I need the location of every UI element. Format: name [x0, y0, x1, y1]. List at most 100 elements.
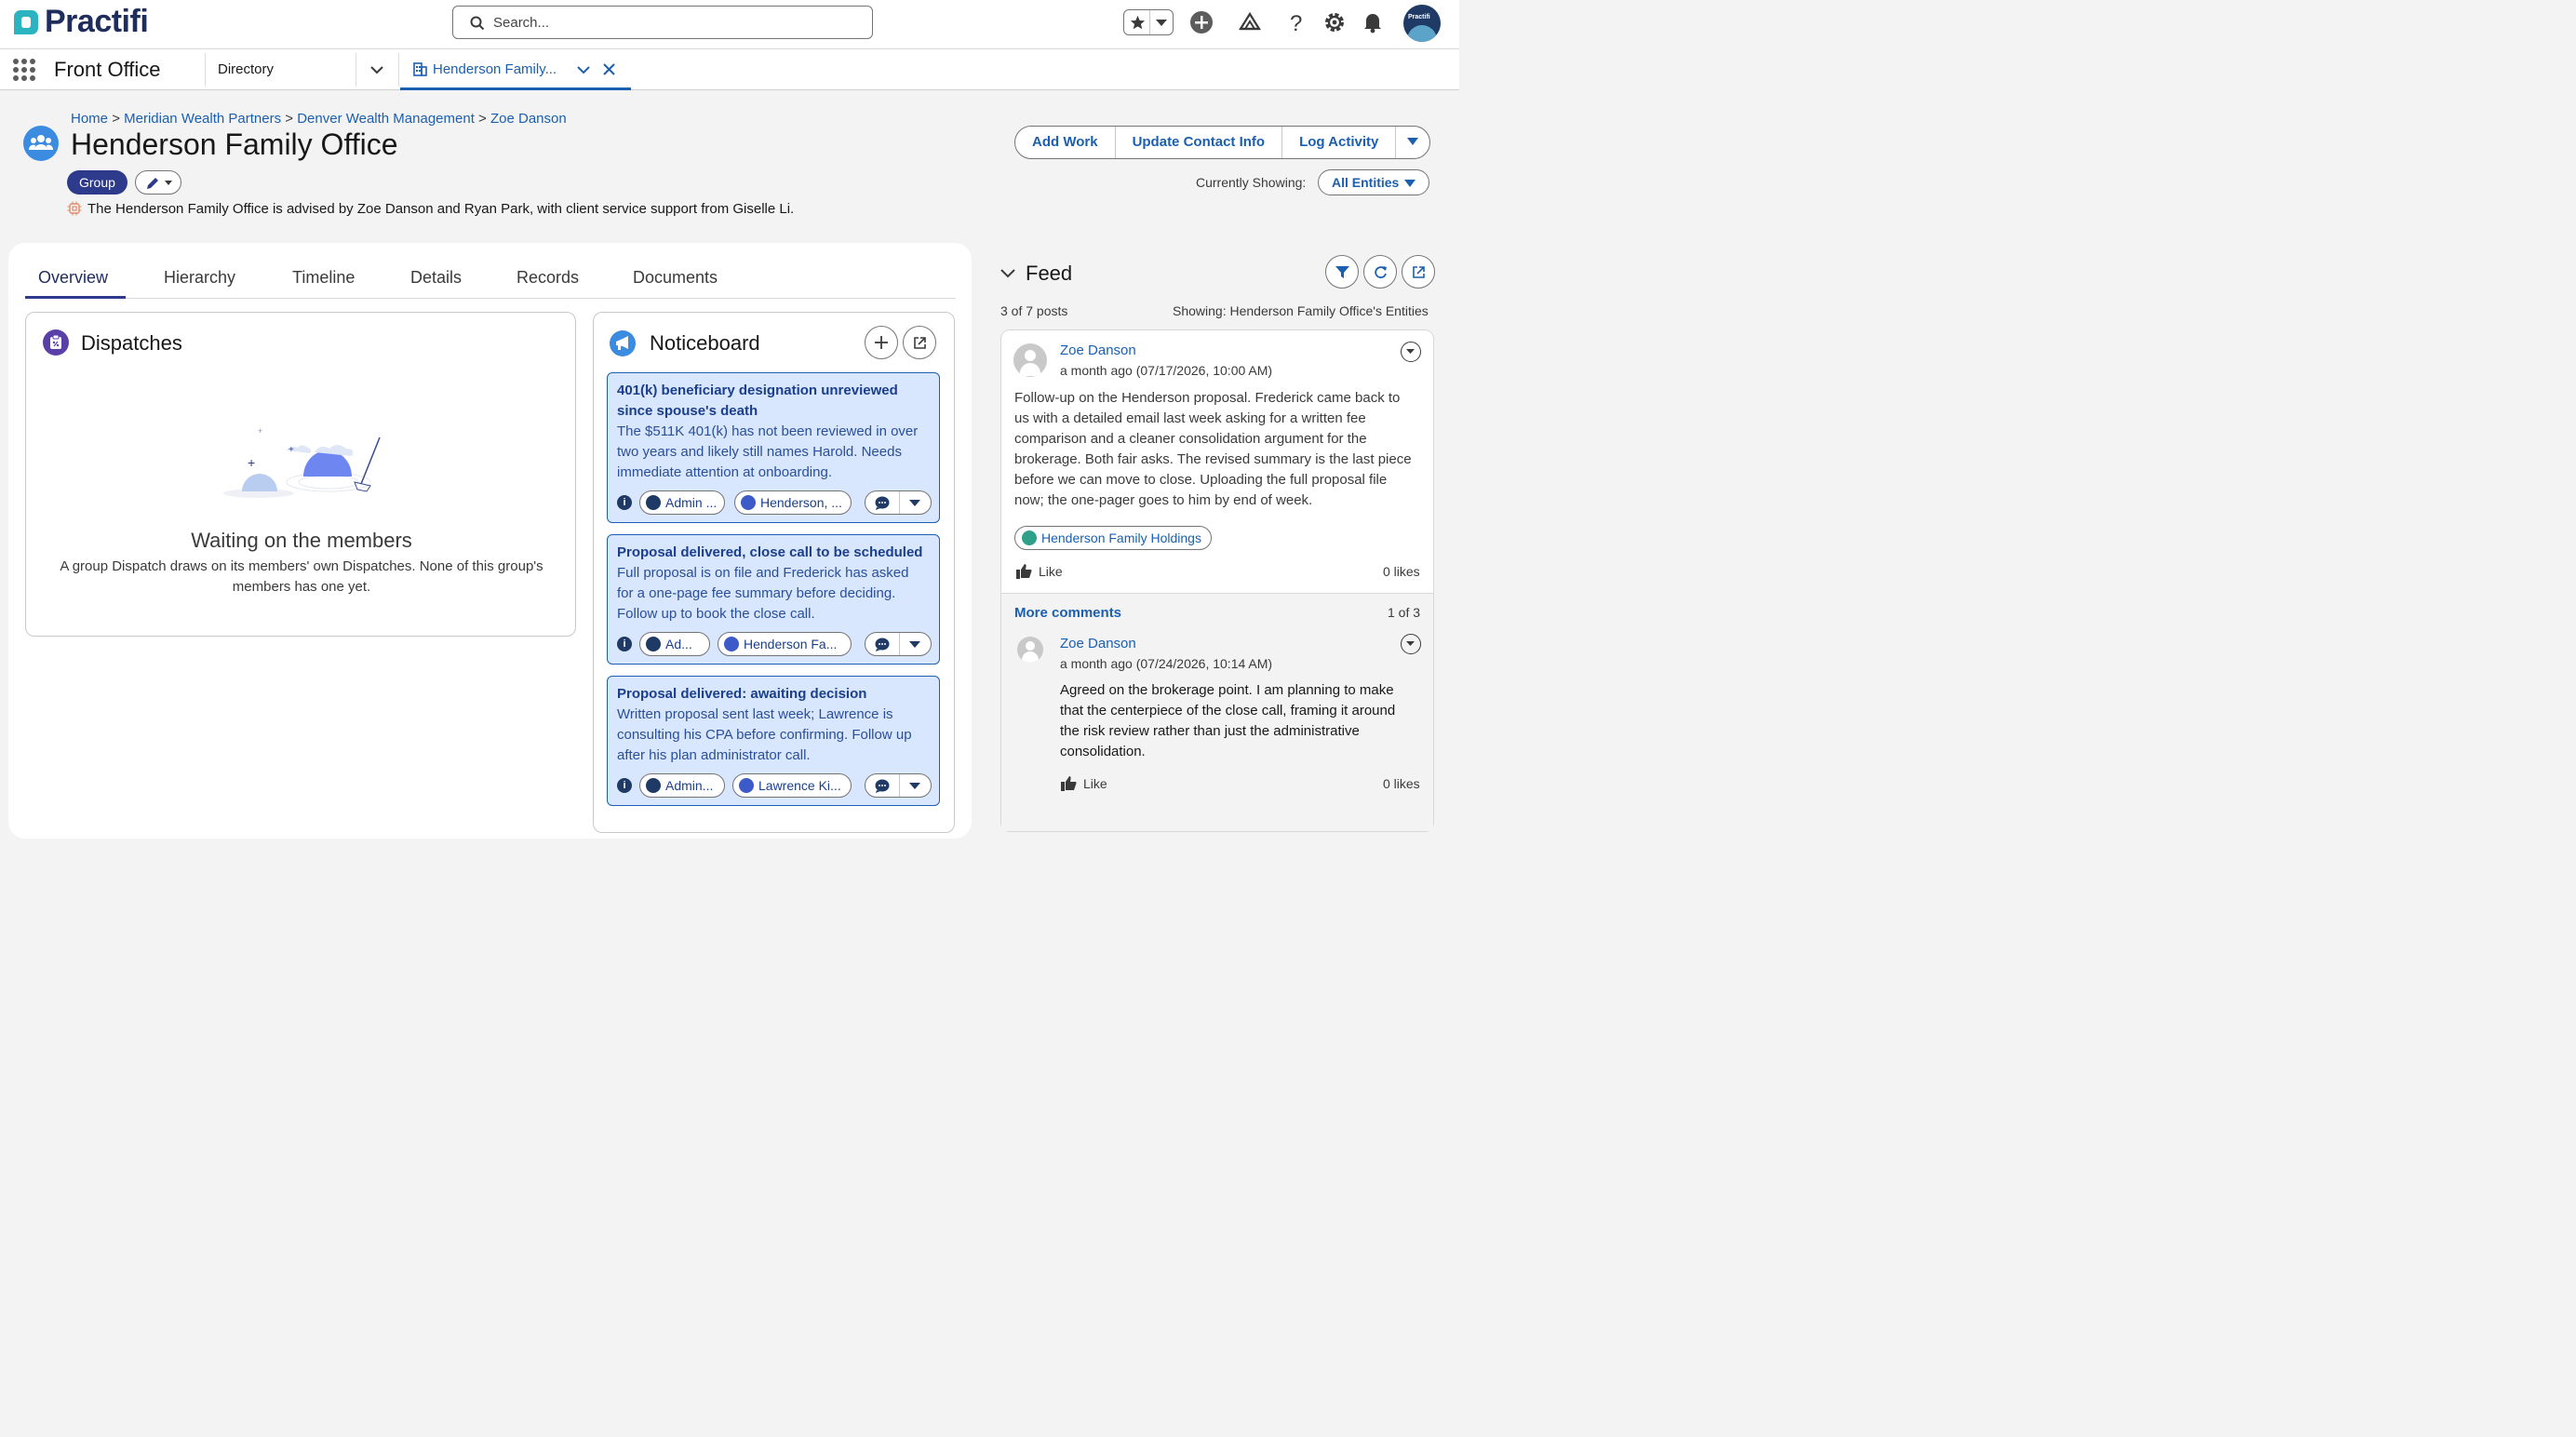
info-icon[interactable]: i — [617, 637, 632, 651]
owner-chip[interactable]: Admin ... — [639, 490, 725, 515]
chevron-down-icon[interactable] — [370, 65, 383, 74]
avatar[interactable] — [1017, 637, 1043, 663]
info-icon[interactable]: i — [617, 495, 632, 510]
edit-menu-button[interactable] — [135, 170, 181, 195]
feed-post: Zoe Danson a month ago (07/17/2026, 10:0… — [1000, 329, 1434, 832]
breadcrumb-link[interactable]: Zoe Danson — [490, 111, 567, 127]
svg-text:+: + — [258, 426, 262, 436]
entity-filter-dropdown[interactable]: All Entities — [1318, 169, 1429, 195]
thumbs-up-icon[interactable] — [1061, 776, 1077, 791]
comment-button-group[interactable] — [865, 773, 932, 798]
post-timestamp[interactable]: a month ago (07/17/2026, 10:00 AM) — [1060, 363, 1272, 378]
bell-icon[interactable] — [1361, 10, 1385, 34]
tab-documents[interactable]: Documents — [633, 268, 718, 288]
log-activity-button[interactable]: Log Activity — [1282, 127, 1397, 158]
megaphone-icon — [610, 330, 636, 356]
trailhead-icon[interactable] — [1238, 10, 1262, 34]
group-icon — [23, 126, 59, 161]
comment-menu-button[interactable] — [1401, 634, 1421, 654]
empty-state-body: A group Dispatch draws on its members' o… — [60, 558, 543, 574]
currently-showing-label: Currently Showing: — [1196, 175, 1307, 190]
related-record-chip[interactable]: Henderson Fa... — [718, 632, 852, 656]
global-search[interactable]: Search... — [452, 6, 873, 39]
notice-card[interactable]: Proposal delivered: awaiting decision Wr… — [607, 676, 940, 806]
svg-text:?: ? — [1290, 11, 1302, 34]
like-count: 0 likes — [1383, 564, 1420, 579]
comments-section: More comments 1 of 3 Zoe Danson a month … — [1001, 593, 1433, 831]
notice-card[interactable]: Proposal delivered, close call to be sch… — [607, 534, 940, 665]
add-icon[interactable] — [1189, 10, 1214, 34]
star-icon[interactable] — [1130, 15, 1146, 31]
tab-records[interactable]: Records — [517, 268, 579, 288]
owner-chip[interactable]: Ad... — [639, 632, 710, 656]
open-noticeboard-button[interactable] — [903, 326, 936, 359]
external-link-icon — [1413, 266, 1425, 278]
tab-timeline[interactable]: Timeline — [292, 268, 355, 288]
notice-body: Written proposal sent last week; Lawrenc… — [617, 706, 912, 763]
search-icon — [470, 16, 485, 31]
update-contact-info-button[interactable]: Update Contact Info — [1116, 127, 1283, 158]
refresh-icon — [1375, 266, 1387, 279]
add-work-button[interactable]: Add Work — [1015, 127, 1116, 158]
comment-button-group[interactable] — [865, 490, 932, 515]
nav-item-directory[interactable]: Directory — [218, 61, 274, 77]
add-notice-button[interactable] — [865, 326, 898, 359]
tab-hierarchy[interactable]: Hierarchy — [164, 268, 235, 288]
post-menu-button[interactable] — [1401, 342, 1421, 362]
user-avatar[interactable]: Practifi — [1403, 5, 1441, 42]
gear-icon[interactable] — [1322, 10, 1347, 34]
svg-text:+: + — [288, 445, 294, 455]
feed-refresh-button[interactable] — [1363, 255, 1397, 289]
feed-post-count: 3 of 7 posts — [1000, 303, 1068, 318]
breadcrumb-link[interactable]: Denver Wealth Management — [297, 111, 475, 127]
info-icon[interactable]: i — [617, 778, 632, 793]
collapse-chevron-icon[interactable] — [1000, 268, 1015, 279]
help-icon[interactable]: ? — [1284, 10, 1308, 34]
feed-title: Feed — [1026, 262, 1073, 285]
nav-tab-label: Henderson Family... — [433, 61, 557, 77]
related-record-chip[interactable]: Lawrence Ki... — [732, 773, 852, 798]
record-type-badge[interactable]: Group — [67, 170, 127, 195]
household-icon — [1022, 530, 1037, 545]
more-comments-link[interactable]: More comments — [1014, 605, 1121, 621]
close-icon[interactable] — [603, 63, 615, 75]
chevron-down-icon[interactable] — [909, 783, 920, 790]
related-record-chip[interactable]: Henderson, ... — [734, 490, 852, 515]
dispatches-title: Dispatches — [81, 331, 182, 355]
chevron-down-icon[interactable] — [577, 65, 590, 74]
chevron-down-icon[interactable] — [1156, 20, 1167, 27]
search-input[interactable]: Search... — [493, 15, 549, 31]
thumbs-up-icon[interactable] — [1016, 564, 1032, 579]
app-launcher-icon[interactable] — [13, 59, 35, 81]
notice-card[interactable]: 401(k) beneficiary designation unreviewe… — [607, 372, 940, 523]
feed-open-button[interactable] — [1402, 255, 1435, 289]
chevron-down-icon[interactable] — [909, 500, 920, 507]
comment-author[interactable]: Zoe Danson — [1060, 636, 1136, 651]
noticeboard-title: Noticeboard — [650, 331, 760, 355]
tab-details[interactable]: Details — [410, 268, 462, 288]
topic-chip[interactable]: Henderson Family Holdings — [1014, 526, 1212, 550]
tab-overview[interactable]: Overview — [38, 268, 108, 288]
global-header: Practifi Search... ? Practifi — [0, 0, 1459, 49]
more-actions-button[interactable] — [1396, 127, 1429, 158]
chevron-down-icon[interactable] — [909, 641, 920, 649]
avatar[interactable] — [1013, 343, 1047, 377]
user-avatar-icon — [646, 637, 661, 651]
breadcrumb: Home > Meridian Wealth Partners > Denver… — [71, 111, 567, 127]
comment-button-group[interactable] — [865, 632, 932, 656]
owner-chip[interactable]: Admin... — [639, 773, 725, 798]
comment-timestamp[interactable]: a month ago (07/24/2026, 10:14 AM) — [1060, 656, 1272, 671]
external-link-icon — [914, 337, 926, 349]
empty-state-illustration: + + + — [223, 426, 381, 498]
feed-filter-button[interactable] — [1325, 255, 1359, 289]
pencil-icon — [147, 178, 158, 189]
breadcrumb-link[interactable]: Home — [71, 111, 108, 127]
like-button[interactable]: Like — [1083, 776, 1107, 791]
favorites-button-group[interactable] — [1123, 9, 1174, 35]
chip-icon — [67, 201, 82, 216]
like-button[interactable]: Like — [1039, 564, 1063, 579]
post-author[interactable]: Zoe Danson — [1060, 342, 1136, 358]
nav-tab-henderson-family-office[interactable]: Henderson Family... — [400, 49, 631, 90]
notice-body: Full proposal is on file and Frederick h… — [617, 565, 909, 622]
breadcrumb-link[interactable]: Meridian Wealth Partners — [124, 111, 281, 127]
